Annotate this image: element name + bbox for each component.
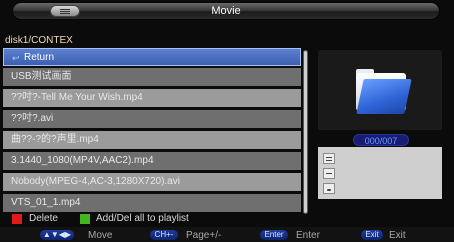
- red-key-icon: [12, 214, 22, 224]
- list-item[interactable]: USB测试画面: [3, 68, 301, 86]
- preview-panel: [318, 50, 442, 130]
- exit-hint: Exit: [389, 230, 406, 241]
- disk-icon: [323, 183, 335, 194]
- list-item-label: Return: [24, 52, 55, 63]
- list-item-label: 3.1440_1080(MP4V,AAC2).mp4: [11, 155, 154, 166]
- enter-hint: Enter: [296, 230, 320, 241]
- ch-key-icon: CH+-: [150, 230, 178, 240]
- enter-key-icon: Enter: [260, 230, 288, 240]
- breadcrumb-path: disk1/CONTEX: [5, 35, 73, 46]
- list-item-label: Nobody(MPEG-4,AC-3,1280X720).avi: [11, 176, 180, 187]
- list-item[interactable]: ??吋?.avi: [3, 110, 301, 128]
- list-item-label: VTS_01_1.mp4: [11, 197, 81, 208]
- page-hint: Page+/-: [186, 230, 222, 241]
- info-panel: [318, 147, 442, 199]
- list-item[interactable]: 3.1440_1080(MP4V,AAC2).mp4: [3, 152, 301, 170]
- list-item[interactable]: VTS_01_1.mp4: [3, 194, 301, 212]
- list-item-label: USB测试画面: [11, 71, 72, 82]
- return-arrow-icon: ↩: [12, 53, 20, 63]
- green-key-icon: [80, 214, 90, 224]
- exit-key-icon: Exit: [361, 230, 383, 240]
- list-view-icon: [323, 168, 335, 179]
- list-item-label: 曲??-?的?声里.mp4: [11, 134, 99, 145]
- delete-label: Delete: [29, 213, 58, 224]
- scrollbar-thumb[interactable]: [304, 51, 307, 213]
- title-bar: Movie: [12, 2, 440, 20]
- add-del-playlist-label: Add/Del all to playlist: [96, 213, 189, 224]
- file-list: ↩ Return USB测试画面 ??吋?-Tell Me Your Wish.m…: [3, 48, 301, 214]
- arrow-keys-icon: ▲▼◀▶: [40, 230, 74, 240]
- move-hint: Move: [88, 230, 113, 241]
- list-item[interactable]: ??吋?-Tell Me Your Wish.mp4: [3, 89, 301, 107]
- window-title: Movie: [211, 5, 241, 17]
- file-counter: 000/007: [353, 134, 409, 146]
- media-browser-screen: Movie disk1/CONTEX ↩ Return USB测试画面 ??吋?-…: [0, 0, 454, 242]
- grid-icon: [323, 153, 335, 164]
- list-item-return[interactable]: ↩ Return: [3, 48, 301, 66]
- list-item-label: ??吋?-Tell Me Your Wish.mp4: [11, 92, 143, 103]
- list-item-label: ??吋?.avi: [11, 113, 54, 124]
- list-item[interactable]: 曲??-?的?声里.mp4: [3, 131, 301, 149]
- list-item[interactable]: Nobody(MPEG-4,AC-3,1280X720).avi: [3, 173, 301, 191]
- list-scrollbar[interactable]: [303, 50, 308, 214]
